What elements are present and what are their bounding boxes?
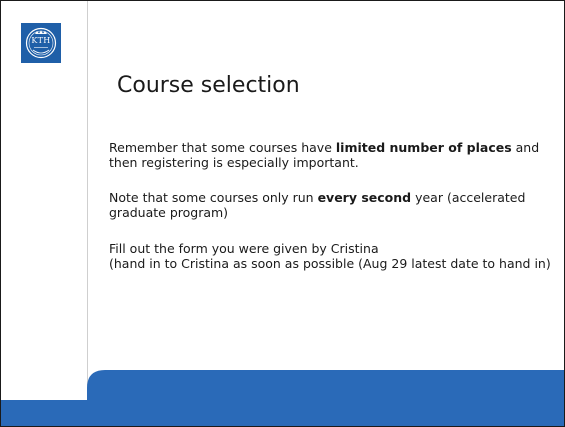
text-run: Note that some courses only run xyxy=(109,190,318,205)
paragraph-fill-form: Fill out the form you were given by Cris… xyxy=(109,241,554,271)
text-line: (hand in to Cristina as soon as possible… xyxy=(109,256,551,271)
text-line: Fill out the form you were given by Cris… xyxy=(109,241,379,256)
paragraph-limited-places: Remember that some courses have limited … xyxy=(109,140,554,170)
sidebar-panel: KTH xyxy=(1,1,88,426)
kth-logo: KTH xyxy=(21,23,61,63)
slide-body: Remember that some courses have limited … xyxy=(109,140,554,271)
slide-title: Course selection xyxy=(117,73,300,98)
bold-text-run: every second xyxy=(317,190,412,205)
text-run: Remember that some courses have xyxy=(109,140,336,155)
slide: KTH Course selection Remember that some … xyxy=(0,0,565,427)
footer-shape xyxy=(1,370,564,426)
paragraph-every-second-year: Note that some courses only run every se… xyxy=(109,190,554,220)
bold-text-run: limited number of places xyxy=(335,140,512,155)
footer-band xyxy=(1,370,564,426)
logo-text: KTH xyxy=(31,36,51,45)
